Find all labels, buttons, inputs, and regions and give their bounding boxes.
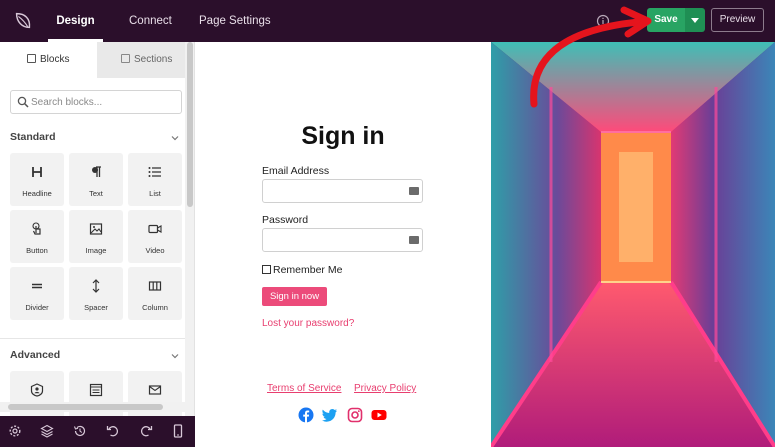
undo-icon[interactable] bbox=[106, 424, 120, 438]
block-label: Image bbox=[85, 246, 107, 255]
block-label: Headline bbox=[22, 189, 52, 198]
scrollbar-thumb[interactable] bbox=[8, 404, 163, 410]
spacer-icon bbox=[92, 279, 100, 293]
list-icon bbox=[148, 167, 161, 177]
search-icon bbox=[17, 96, 29, 108]
sign-in-button[interactable]: Sign in now bbox=[262, 287, 327, 306]
redo-icon[interactable] bbox=[139, 424, 153, 438]
sections-icon bbox=[121, 54, 130, 63]
headline-icon bbox=[32, 167, 42, 177]
block-video[interactable]: Video bbox=[128, 210, 182, 263]
standard-section-heading[interactable]: Standard bbox=[10, 131, 56, 143]
email-field[interactable] bbox=[262, 179, 423, 203]
history-icon[interactable] bbox=[73, 424, 87, 438]
advanced-section-heading[interactable]: Advanced bbox=[10, 349, 60, 361]
sidebar-horizontal-scrollbar[interactable] bbox=[0, 402, 185, 412]
remember-me-checkbox[interactable] bbox=[262, 265, 271, 274]
block-label: Button bbox=[26, 246, 48, 255]
top-bar: Design Connect Page Settings Save Previe… bbox=[0, 0, 775, 42]
block-button[interactable]: Button bbox=[10, 210, 64, 263]
block-image[interactable]: Image bbox=[69, 210, 123, 263]
sidebar-vertical-scrollbar[interactable] bbox=[185, 42, 194, 416]
form-icon bbox=[89, 383, 103, 397]
facebook-icon[interactable] bbox=[298, 407, 314, 423]
chevron-down-icon[interactable] bbox=[171, 352, 179, 360]
block-column[interactable]: Column bbox=[128, 267, 182, 320]
block-label: List bbox=[149, 189, 161, 198]
tab-design[interactable]: Design bbox=[48, 0, 103, 42]
youtube-icon[interactable] bbox=[371, 407, 387, 423]
block-label: Divider bbox=[25, 303, 49, 312]
help-icon[interactable] bbox=[596, 14, 610, 28]
section-divider bbox=[0, 338, 185, 339]
block-headline[interactable]: Headline bbox=[10, 153, 64, 206]
tab-connect[interactable]: Connect bbox=[129, 0, 172, 42]
chevron-down-icon[interactable] bbox=[171, 134, 179, 142]
block-divider[interactable]: Divider bbox=[10, 267, 64, 320]
block-list[interactable]: List bbox=[128, 153, 182, 206]
search-blocks-input[interactable]: Search blocks... bbox=[10, 90, 182, 114]
tab-blocks[interactable]: Blocks bbox=[0, 42, 97, 78]
pointer-icon bbox=[32, 222, 41, 235]
password-field[interactable] bbox=[262, 228, 423, 252]
scrollbar-thumb[interactable] bbox=[187, 42, 193, 207]
video-icon bbox=[148, 224, 162, 234]
divider-icon bbox=[32, 283, 42, 289]
hero-image bbox=[491, 42, 775, 447]
autofill-card-icon bbox=[409, 236, 419, 244]
mobile-icon[interactable] bbox=[171, 424, 185, 438]
tab-sections-label: Sections bbox=[134, 54, 173, 65]
block-text[interactable]: Text bbox=[69, 153, 123, 206]
lost-password-link[interactable]: Lost your password? bbox=[262, 318, 354, 329]
column-icon bbox=[148, 281, 162, 291]
block-label: Video bbox=[145, 246, 165, 255]
bottom-toolbar bbox=[0, 416, 195, 447]
page-canvas: Sign in Email Address Password Remember … bbox=[196, 42, 491, 447]
privacy-policy-link[interactable]: Privacy Policy bbox=[354, 383, 416, 394]
terms-of-service-link[interactable]: Terms of Service bbox=[267, 383, 341, 394]
remember-me-label: Remember Me bbox=[273, 264, 343, 276]
search-placeholder: Search blocks... bbox=[31, 97, 103, 108]
save-button[interactable]: Save bbox=[647, 8, 685, 32]
envelope-icon bbox=[148, 385, 162, 395]
tab-sections[interactable]: Sections bbox=[97, 42, 185, 78]
seedprod-logo-icon[interactable] bbox=[12, 10, 34, 32]
block-label: Text bbox=[89, 189, 103, 198]
blocks-icon bbox=[27, 54, 36, 63]
preview-button[interactable]: Preview bbox=[711, 8, 764, 32]
paragraph-icon bbox=[92, 166, 101, 177]
password-label: Password bbox=[262, 214, 309, 226]
page-title: Sign in bbox=[301, 122, 385, 150]
email-label: Email Address bbox=[262, 165, 330, 177]
image-icon bbox=[89, 223, 103, 235]
tab-blocks-label: Blocks bbox=[40, 54, 70, 65]
tab-page-settings[interactable]: Page Settings bbox=[199, 0, 271, 42]
save-options-dropdown[interactable] bbox=[685, 8, 705, 32]
block-label: Column bbox=[142, 303, 168, 312]
gear-icon[interactable] bbox=[8, 424, 22, 438]
blocks-sidebar: Blocks Sections Search blocks... Standar… bbox=[0, 42, 195, 416]
instagram-icon[interactable] bbox=[347, 407, 363, 423]
block-spacer[interactable]: Spacer bbox=[69, 267, 123, 320]
layers-icon[interactable] bbox=[40, 424, 54, 438]
autofill-card-icon bbox=[409, 187, 419, 195]
twitter-icon[interactable] bbox=[322, 407, 338, 423]
block-label: Spacer bbox=[84, 303, 108, 312]
shield-user-icon bbox=[30, 383, 44, 397]
